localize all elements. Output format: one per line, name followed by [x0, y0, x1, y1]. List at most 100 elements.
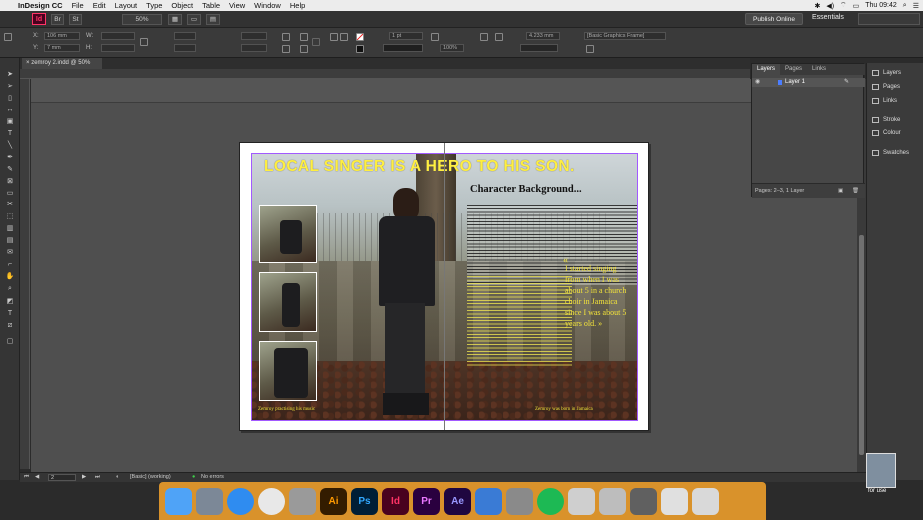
screen-mode-icon[interactable]: ▭ — [187, 13, 201, 25]
panel-swatches[interactable]: Swatches — [872, 150, 909, 156]
corner-size-field[interactable]: 4.233 mm — [526, 32, 560, 40]
pen-tool-icon[interactable]: ✒ — [5, 154, 15, 162]
rotation-field[interactable] — [241, 32, 267, 40]
last-page-icon[interactable]: ⏭ — [95, 474, 100, 481]
screenshot-icon[interactable] — [289, 487, 316, 515]
next-page-icon[interactable]: ▶ — [82, 474, 86, 480]
tab-layers[interactable]: Layers — [752, 64, 781, 75]
stroke-type-select[interactable] — [383, 44, 423, 52]
auto-fit-icon[interactable] — [586, 45, 594, 53]
gap-tool-icon[interactable]: ↔ — [5, 106, 15, 114]
formatting-container-icon[interactable]: T — [5, 310, 15, 318]
flip-horizontal-icon[interactable] — [300, 33, 308, 41]
panel-stroke[interactable]: Stroke — [872, 117, 900, 123]
page-number-field[interactable]: 2 — [48, 474, 76, 481]
panel-layers[interactable]: Layers — [872, 70, 901, 76]
search-input[interactable] — [858, 13, 920, 25]
menu-window[interactable]: Window — [254, 1, 281, 10]
zoom-tool-icon[interactable]: ⌕ — [5, 285, 15, 293]
notification-list-icon[interactable]: ☰ — [913, 2, 919, 10]
stock-button[interactable]: St — [69, 13, 82, 25]
object-style-select[interactable]: [Basic Graphics Frame] — [584, 32, 666, 40]
document-spread[interactable]: LOCAL SINGER IS A HERO TO HIS SON. Chara… — [239, 142, 649, 431]
illustrator-icon[interactable]: Ai — [320, 487, 347, 515]
y-position-field[interactable]: 7 mm — [44, 44, 80, 52]
desktop-file-label[interactable]: for use — [868, 488, 886, 494]
menu-table[interactable]: Table — [202, 1, 220, 10]
bridge-button[interactable]: Br — [51, 13, 64, 25]
chrome-icon[interactable] — [258, 487, 285, 515]
panel-links[interactable]: Links — [872, 98, 897, 104]
wifi-icon[interactable]: ⌔ — [840, 1, 847, 10]
publish-online-button[interactable]: Publish Online — [745, 13, 803, 25]
menu-app-name[interactable]: InDesign CC — [18, 1, 63, 10]
thumbnail-photo-2[interactable] — [259, 272, 317, 332]
menu-file[interactable]: File — [72, 1, 84, 10]
opacity-field[interactable]: 100% — [440, 44, 464, 52]
highlighted-text-frame[interactable] — [467, 276, 572, 366]
arrange-documents-icon[interactable]: ▤ — [206, 13, 220, 25]
image-doc-icon[interactable] — [630, 487, 657, 515]
panel-pages[interactable]: Pages — [872, 84, 900, 90]
shear-field[interactable] — [241, 44, 267, 52]
system-preferences-icon[interactable] — [506, 487, 533, 515]
reference-point-icon[interactable] — [4, 33, 12, 41]
calculator-icon[interactable] — [661, 487, 688, 515]
document-tab[interactable]: × zemroy 2.indd @ 50% — [22, 58, 102, 69]
stroke-weight-field[interactable]: 1 pt — [389, 32, 423, 40]
menu-view[interactable]: View — [229, 1, 245, 10]
visibility-eye-icon[interactable]: ◉ — [755, 78, 760, 87]
panel-colour[interactable]: Colour — [872, 130, 901, 136]
selection-tool-icon[interactable]: ➤ — [5, 71, 15, 79]
menu-help[interactable]: Help — [290, 1, 305, 10]
spotify-icon[interactable] — [537, 487, 564, 515]
horizontal-ruler[interactable] — [20, 69, 750, 79]
spotlight-search-icon[interactable]: ⌕ — [903, 2, 907, 10]
clock[interactable]: Thu 09:42 — [865, 2, 897, 9]
launchpad-icon[interactable] — [196, 487, 223, 515]
constrain-proportions-icon[interactable] — [140, 38, 148, 46]
free-transform-tool-icon[interactable]: ⬚ — [5, 213, 15, 221]
premiere-icon[interactable]: Pr — [413, 487, 440, 515]
page-tool-icon[interactable]: ▯ — [5, 95, 15, 103]
pull-quote[interactable]: I started singing from when I was about … — [565, 263, 629, 329]
aftereffects-icon[interactable]: Ae — [444, 487, 471, 515]
keynote-icon[interactable] — [475, 487, 502, 515]
scrollbar-thumb[interactable] — [859, 235, 864, 455]
menu-type[interactable]: Type — [146, 1, 162, 10]
battery-icon[interactable]: ▭ — [853, 2, 860, 10]
hand-tool-icon[interactable]: ✋ — [5, 273, 15, 281]
corner-options-icon[interactable] — [480, 33, 488, 41]
subheading[interactable]: Character Background... — [470, 184, 582, 195]
paragraph-icon[interactable] — [312, 38, 320, 46]
select-container-icon[interactable] — [330, 33, 338, 41]
rotate-ccw-icon[interactable] — [282, 45, 290, 53]
safari-icon[interactable] — [227, 487, 254, 515]
indesign-icon[interactable]: Id — [382, 487, 409, 515]
fx-icon[interactable] — [431, 33, 439, 41]
gradient-swatch-tool-icon[interactable]: ▥ — [5, 225, 15, 233]
bluetooth-icon[interactable]: ✱ — [814, 2, 820, 10]
pencil-tool-icon[interactable]: ✎ — [5, 166, 15, 174]
workspace-switcher[interactable]: Essentials — [812, 14, 844, 21]
view-options-icon[interactable]: ▦ — [168, 13, 182, 25]
preflight-profile-icon[interactable]: ◐ — [116, 474, 119, 480]
preflight-profile-label[interactable]: [Basic] (working) — [130, 474, 171, 480]
trash-icon[interactable] — [692, 487, 719, 515]
select-content-icon[interactable] — [340, 33, 348, 41]
flip-vertical-icon[interactable] — [300, 45, 308, 53]
tab-pages[interactable]: Pages — [780, 64, 807, 75]
menu-object[interactable]: Object — [171, 1, 193, 10]
menu-edit[interactable]: Edit — [93, 1, 106, 10]
new-layer-icon[interactable]: ▣ — [838, 184, 843, 199]
preflight-errors[interactable]: No errors — [201, 474, 224, 480]
preview-icon[interactable] — [599, 487, 626, 515]
apply-none-icon[interactable]: ⧄ — [5, 322, 15, 330]
note-tool-icon[interactable]: ✉ — [5, 249, 15, 257]
volume-icon[interactable]: ◀) — [826, 2, 834, 10]
content-collector-icon[interactable]: ▣ — [5, 118, 15, 126]
type-tool-icon[interactable]: T — [5, 130, 15, 138]
vertical-ruler[interactable] — [20, 79, 30, 469]
corner-shape-select[interactable] — [520, 44, 558, 52]
photoshop-icon[interactable]: Ps — [351, 487, 378, 515]
